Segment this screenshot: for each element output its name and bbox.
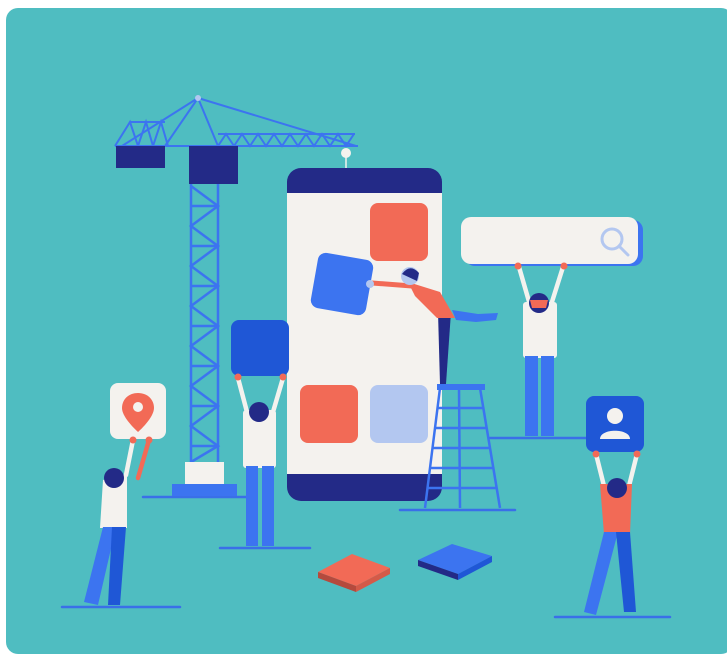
app-building-illustration bbox=[60, 95, 672, 619]
app-tile-coral bbox=[370, 203, 428, 261]
person-holding-pin bbox=[84, 383, 166, 605]
app-tile-lightblue bbox=[370, 385, 428, 443]
crane-tower bbox=[188, 184, 221, 464]
crane-jib bbox=[114, 97, 358, 150]
crane-pulley bbox=[195, 95, 201, 101]
crane-base-block bbox=[185, 462, 224, 484]
crane-cab bbox=[189, 146, 238, 184]
crane-counterweight bbox=[116, 146, 165, 168]
app-tile-coral-2 bbox=[300, 385, 358, 443]
crane-base-plate bbox=[172, 484, 237, 496]
person-holding-user-card bbox=[584, 396, 644, 615]
app-tile-hanging bbox=[310, 252, 374, 316]
app-tile-royal bbox=[231, 320, 289, 376]
person-holding-tile bbox=[231, 320, 289, 546]
phone bbox=[287, 168, 442, 501]
crane-hook-top bbox=[341, 148, 351, 158]
floor-tiles bbox=[318, 544, 492, 592]
search-bar bbox=[461, 217, 638, 264]
